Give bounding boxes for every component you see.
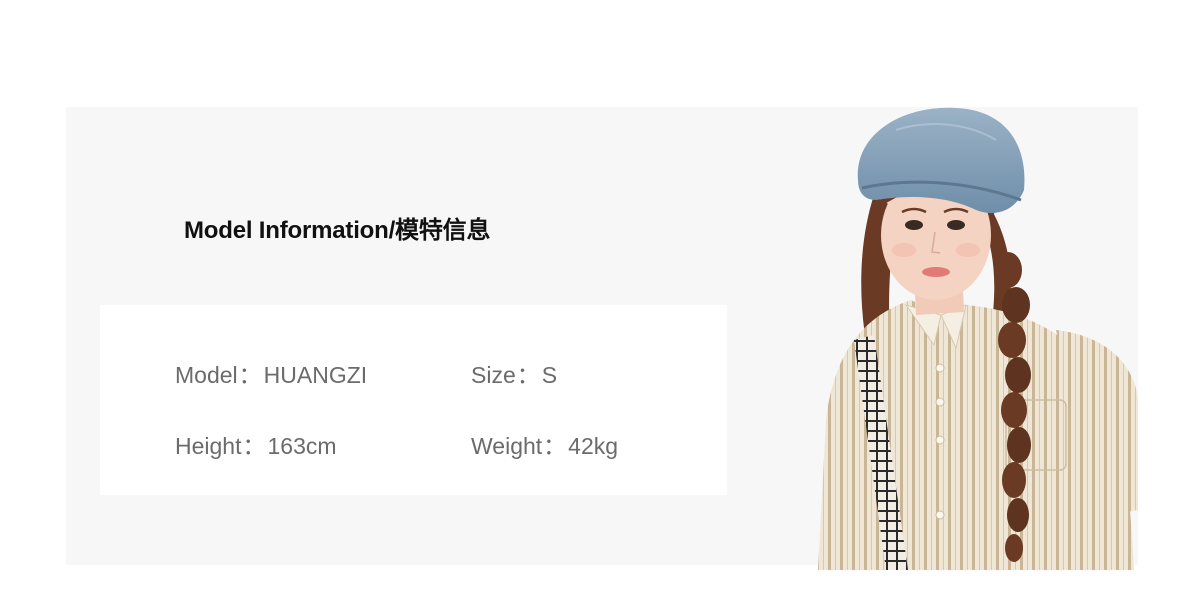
spec-size-sep: ： bbox=[516, 362, 540, 388]
spec-size: Size：S bbox=[471, 356, 557, 390]
spec-height-sep: ： bbox=[242, 433, 266, 459]
spec-weight-value: 42kg bbox=[568, 433, 619, 459]
model-photo-illustration bbox=[818, 107, 1138, 570]
lips bbox=[922, 267, 950, 277]
spec-weight-label: Weight bbox=[471, 433, 543, 459]
spec-height-value: 163cm bbox=[267, 433, 337, 459]
spec-height: Height：163cm bbox=[175, 427, 337, 461]
spec-model-value: HUANGZI bbox=[263, 362, 368, 388]
spec-height-label: Height bbox=[175, 433, 242, 459]
spec-model-sep: ： bbox=[238, 362, 262, 388]
spec-model: Model：HUANGZI bbox=[175, 356, 367, 390]
spec-weight-sep: ： bbox=[543, 433, 567, 459]
spec-model-label: Model bbox=[175, 362, 238, 388]
spec-size-label: Size bbox=[471, 362, 516, 388]
model-info-title: Model Information/模特信息 bbox=[184, 217, 491, 244]
spec-size-value: S bbox=[541, 362, 558, 388]
model-photo bbox=[816, 100, 1140, 570]
spec-weight: Weight：42kg bbox=[471, 427, 618, 461]
specs-card bbox=[100, 305, 727, 495]
